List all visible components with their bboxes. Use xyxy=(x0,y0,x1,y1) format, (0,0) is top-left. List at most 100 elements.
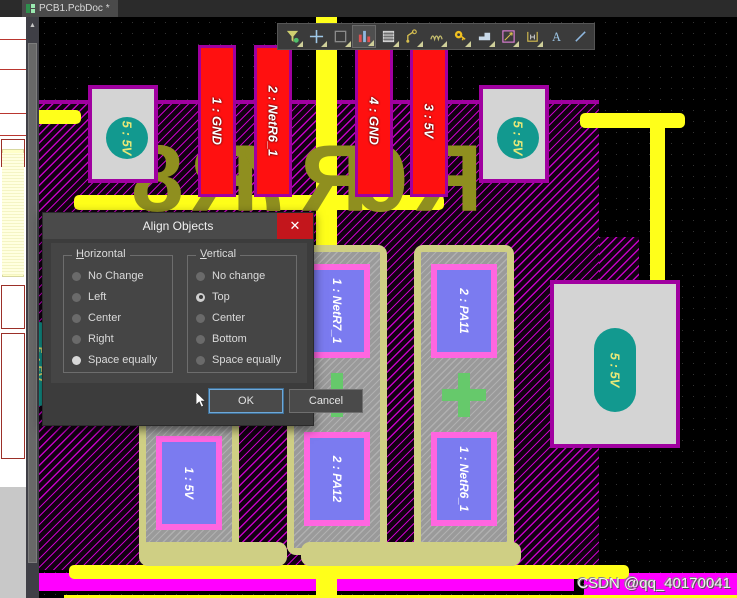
text-a-icon[interactable]: A xyxy=(544,25,568,48)
radio-horizontal-left[interactable]: Left xyxy=(72,291,106,303)
solid-region-icon[interactable] xyxy=(472,25,496,48)
route-icon[interactable] xyxy=(400,25,424,48)
through-hole-pad-right-label: 5 : 5V xyxy=(607,352,623,388)
radio-dot xyxy=(72,313,81,323)
dimension-icon[interactable] xyxy=(496,25,520,48)
top-pad-1[interactable]: 1 : GND xyxy=(198,45,236,197)
track-right-horizontal xyxy=(580,113,685,128)
horizontal-legend-rest: orizontal xyxy=(83,248,126,260)
tab-pcb1-pcbdoc[interactable]: PCB1.PcbDoc * xyxy=(22,0,118,17)
wave-icon[interactable] xyxy=(424,25,448,48)
left-docked-panel[interactable] xyxy=(0,17,26,598)
dialog-body: Horizontal No Change Left Center Right S… xyxy=(51,243,307,383)
top-pad-1-label: 1 : GND xyxy=(209,97,225,145)
top-pad-3[interactable]: 3 : 5V xyxy=(410,45,448,197)
application-window: R8 R7 R6 1 : GND 2 : NetR6_1 4 : GND 3 :… xyxy=(0,0,737,598)
line-icon[interactable] xyxy=(568,25,592,48)
radio-vertical-top[interactable]: Top xyxy=(196,291,230,303)
radio-dot xyxy=(72,334,81,344)
radio-label: Center xyxy=(212,312,246,324)
horizontal-group-legend: Horizontal xyxy=(72,248,130,260)
ok-button[interactable]: OK xyxy=(208,388,284,414)
square-outline-icon[interactable] xyxy=(328,25,352,48)
radio-dot xyxy=(196,334,205,344)
radio-vertical-bottom[interactable]: Bottom xyxy=(196,333,247,345)
top-pad-3-label: 3 : 5V xyxy=(421,103,437,139)
through-hole-pad-right[interactable]: 5 : 5V xyxy=(594,328,636,412)
align-objects-dialog[interactable]: Align Objects ✕ Horizontal No Change Lef… xyxy=(42,212,363,426)
bar-chart-icon[interactable] xyxy=(352,25,376,48)
coordinate-icon[interactable] xyxy=(520,25,544,48)
top-pad-4-label: 4 : GND xyxy=(366,97,382,145)
through-hole-pad-left-label: 5 : 5V xyxy=(119,120,135,156)
radio-vertical-space-equally[interactable]: Space equally xyxy=(196,354,281,366)
through-hole-pad-top-right-label: 5 : 5V xyxy=(510,120,526,156)
radio-dot xyxy=(196,271,205,281)
radio-label: Space equally xyxy=(88,354,158,366)
horizontal-group: Horizontal No Change Left Center Right S… xyxy=(63,248,173,373)
smd-pad-middle-2[interactable]: 2 : PA12 xyxy=(304,432,370,526)
pcb-document-icon xyxy=(26,4,35,13)
dialog-title: Align Objects xyxy=(142,219,214,233)
smd-component-bottom-strip-left[interactable] xyxy=(139,542,287,566)
smd-pad-middle-1-label: 1 : NetR7_1 xyxy=(330,278,344,344)
radio-label: Bottom xyxy=(212,333,247,345)
smd-component-left[interactable]: 1 : 5V xyxy=(139,417,239,562)
smd-pad-right-1-label: 1 : NetR6_1 xyxy=(457,446,471,512)
cancel-button[interactable]: Cancel xyxy=(289,389,363,413)
through-hole-pad-top-right[interactable]: 5 : 5V xyxy=(497,117,539,159)
close-icon[interactable]: ✕ xyxy=(277,213,313,239)
filter-icon[interactable] xyxy=(280,25,304,48)
mouse-cursor xyxy=(196,392,207,408)
smd-pad-middle-2-label: 2 : PA12 xyxy=(330,455,344,503)
track-lower-long xyxy=(69,565,629,579)
smd-component-bottom-strip-right[interactable] xyxy=(301,542,521,566)
svg-text:A: A xyxy=(552,30,561,44)
vertical-group-legend: Vertical xyxy=(196,248,241,260)
dialog-footer: OK Cancel xyxy=(43,388,363,415)
top-pad-2-label: 2 : NetR6_1 xyxy=(265,85,281,157)
left-panel-tiny-label xyxy=(3,275,4,279)
polygon-pour-icon[interactable] xyxy=(376,25,400,48)
through-hole-component-right[interactable]: 5 : 5V xyxy=(550,280,680,448)
smd-component-right-origin-marker xyxy=(442,373,486,417)
dialog-title-bar[interactable]: Align Objects ✕ xyxy=(43,213,313,239)
tab-label: PCB1.PcbDoc * xyxy=(39,3,110,14)
radio-horizontal-right[interactable]: Right xyxy=(72,333,114,345)
top-pad-2[interactable]: 2 : NetR6_1 xyxy=(254,45,292,197)
smd-pad-left-1-label: 1 : 5V xyxy=(182,466,196,500)
radio-vertical-no-change[interactable]: No change xyxy=(196,270,265,282)
smd-pad-right-2-label: 2 : PA11 xyxy=(457,288,471,334)
vertical-group: Vertical No change Top Center Bottom Spa… xyxy=(187,248,297,373)
smd-pad-right-2[interactable]: 2 : PA11 xyxy=(431,264,497,358)
left-panel-scrollbar[interactable]: ▲ xyxy=(26,17,39,598)
radio-label: No Change xyxy=(88,270,144,282)
smd-component-right[interactable]: 2 : PA11 1 : NetR6_1 xyxy=(414,245,514,555)
scrollbar-thumb[interactable] xyxy=(28,43,37,563)
radio-horizontal-no-change[interactable]: No Change xyxy=(72,270,144,282)
radio-dot xyxy=(196,313,205,323)
smd-pad-left-1[interactable]: 1 : 5V xyxy=(156,436,222,530)
radio-label: Right xyxy=(88,333,114,345)
track-right-vertical xyxy=(650,113,665,281)
radio-dot xyxy=(72,271,81,281)
pcb-placement-toolbar[interactable]: A xyxy=(277,23,595,50)
radio-label: Center xyxy=(88,312,122,324)
through-hole-pad-left[interactable]: 5 : 5V xyxy=(106,117,148,159)
plus-crosshair-icon[interactable] xyxy=(304,25,328,48)
scroll-up-arrow-icon[interactable]: ▲ xyxy=(28,21,37,30)
radio-dot-selected xyxy=(196,292,205,302)
through-hole-component-top-right[interactable]: 5 : 5V xyxy=(479,85,549,183)
smd-pad-right-1[interactable]: 1 : NetR6_1 xyxy=(431,432,497,526)
radio-horizontal-space-equally[interactable]: Space equally xyxy=(72,354,157,366)
track-upper-left-stub xyxy=(39,110,81,124)
radio-dot xyxy=(72,292,81,302)
radio-label: Left xyxy=(88,291,107,303)
keyhole-icon[interactable] xyxy=(448,25,472,48)
radio-label: No change xyxy=(212,270,266,282)
through-hole-component-left[interactable]: 5 : 5V xyxy=(88,85,158,183)
radio-label: Top xyxy=(212,291,230,303)
radio-vertical-center[interactable]: Center xyxy=(196,312,245,324)
top-pad-4[interactable]: 4 : GND xyxy=(355,45,393,197)
radio-horizontal-center[interactable]: Center xyxy=(72,312,121,324)
